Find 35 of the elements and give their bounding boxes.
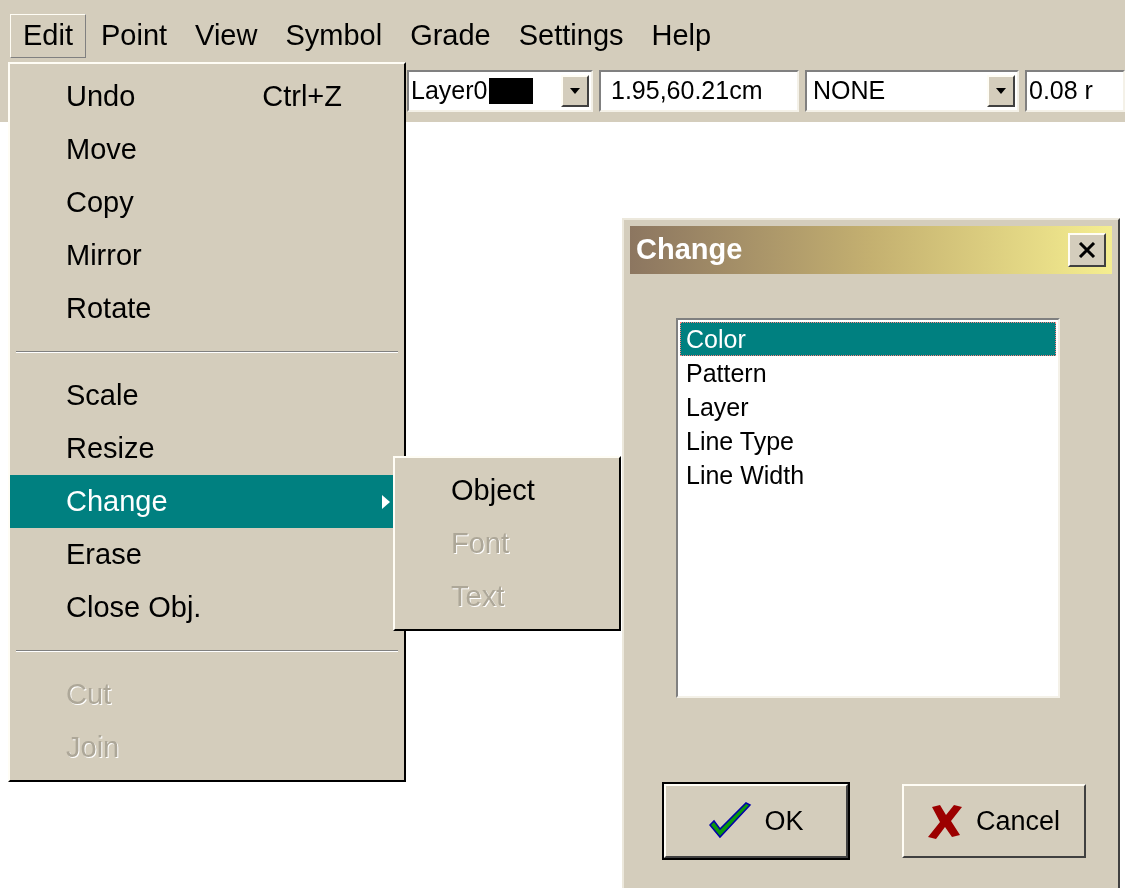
menu-item[interactable]: Mirror [10, 229, 404, 282]
dropdown-button[interactable] [561, 75, 589, 107]
menu-item[interactable]: Scale [10, 369, 404, 422]
menu-item[interactable]: Undo Ctrl+Z [10, 70, 404, 123]
checkmark-icon [708, 801, 753, 841]
attribute-list[interactable]: Color Pattern Layer Line Type Line Width [676, 318, 1060, 698]
menu-bar-item[interactable]: View [182, 14, 271, 58]
layer-name: Layer0 [411, 75, 488, 107]
ok-button[interactable]: OK [664, 784, 848, 858]
caret-icon [570, 88, 580, 94]
menu-bar-item[interactable]: Point [88, 14, 181, 58]
menu-bar-item[interactable]: Symbol [272, 14, 396, 58]
close-button[interactable] [1068, 233, 1106, 267]
menu-bar-item[interactable]: Settings [505, 14, 637, 58]
dropdown-button[interactable] [987, 75, 1015, 107]
menu-item[interactable]: Rotate [10, 282, 404, 335]
cancel-button[interactable]: Cancel [902, 784, 1086, 858]
list-item[interactable]: Color [680, 322, 1056, 356]
menu-item[interactable]: Copy [10, 176, 404, 229]
list-item[interactable]: Line Type [680, 424, 1056, 458]
dialog-title: Change [636, 232, 743, 268]
list-item[interactable]: Line Width [680, 458, 1056, 492]
menu-bar-item[interactable]: Edit [10, 14, 86, 58]
pattern-combo[interactable]: NONE [805, 70, 1019, 112]
menu-item[interactable]: Move [10, 123, 404, 176]
layer-combo[interactable]: Layer0 [407, 70, 593, 112]
width-field[interactable]: 0.08 r [1025, 70, 1125, 112]
caret-icon [996, 88, 1006, 94]
list-item[interactable]: Layer [680, 390, 1056, 424]
close-icon [1078, 242, 1096, 258]
menu-bar-item[interactable]: Grade [397, 14, 504, 58]
coordinates-field[interactable]: 1.95,60.21cm [599, 70, 799, 112]
menu-bar-item[interactable]: Help [638, 14, 725, 58]
list-item[interactable]: Pattern [680, 356, 1056, 390]
submenu-arrow-icon [382, 494, 390, 509]
